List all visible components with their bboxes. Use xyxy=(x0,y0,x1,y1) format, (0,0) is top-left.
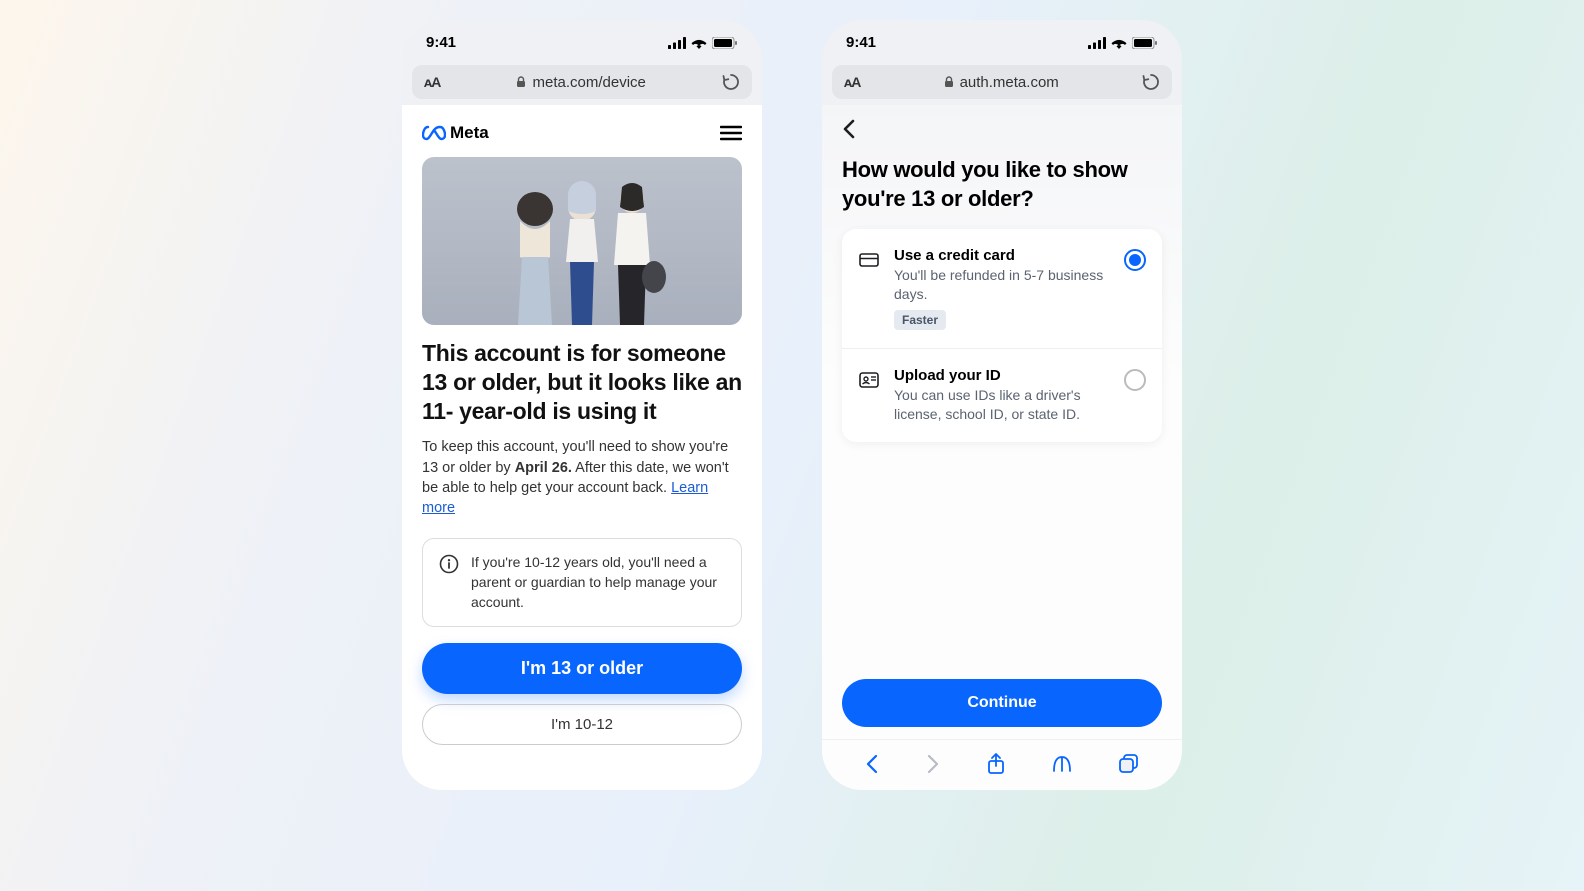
phone-left: 9:41 ᴀA meta.com/device Meta xyxy=(402,20,762,790)
option-body: Use a credit card You'll be refunded in … xyxy=(894,247,1110,330)
nav-back-icon[interactable] xyxy=(864,754,880,774)
text-size-icon[interactable]: ᴀA xyxy=(844,74,860,90)
share-icon[interactable] xyxy=(986,752,1006,776)
cellular-icon xyxy=(668,37,686,49)
info-callout: If you're 10-12 years old, you'll need a… xyxy=(422,538,742,627)
nav-forward-icon xyxy=(925,754,941,774)
option-title: Use a credit card xyxy=(894,247,1110,264)
status-bar: 9:41 xyxy=(402,20,762,59)
page-content: How would you like to show you're 13 or … xyxy=(822,105,1182,790)
option-title: Upload your ID xyxy=(894,367,1110,384)
hamburger-menu-icon[interactable] xyxy=(720,125,742,141)
option-credit-card[interactable]: Use a credit card You'll be refunded in … xyxy=(842,229,1162,348)
lock-icon xyxy=(516,76,526,88)
url-display: meta.com/device xyxy=(516,74,645,91)
hero-illustration xyxy=(422,157,742,325)
reload-icon[interactable] xyxy=(1142,73,1160,91)
im-10-12-button[interactable]: I'm 10-12 xyxy=(422,704,742,745)
option-upload-id[interactable]: Upload your ID You can use IDs like a dr… xyxy=(842,348,1162,442)
battery-icon xyxy=(1132,37,1158,49)
status-icons xyxy=(1088,37,1158,49)
page-headline: This account is for someone 13 or older,… xyxy=(402,339,762,437)
meta-infinity-icon xyxy=(422,125,446,141)
radio-unselected[interactable] xyxy=(1124,369,1146,391)
radio-selected[interactable] xyxy=(1124,249,1146,271)
text-size-icon[interactable]: ᴀA xyxy=(424,74,440,90)
back-chevron-icon[interactable] xyxy=(842,119,856,139)
wifi-icon xyxy=(691,37,707,49)
safari-toolbar xyxy=(822,739,1182,790)
wifi-icon xyxy=(1111,37,1127,49)
continue-button[interactable]: Continue xyxy=(842,679,1162,727)
lock-icon xyxy=(944,76,954,88)
meta-logo[interactable]: Meta xyxy=(422,123,489,143)
info-icon xyxy=(439,554,459,574)
option-body: Upload your ID You can use IDs like a dr… xyxy=(894,367,1110,424)
option-desc: You'll be refunded in 5-7 business days. xyxy=(894,266,1110,304)
header-row: Meta xyxy=(402,105,762,151)
cellular-icon xyxy=(1088,37,1106,49)
im-13-or-older-button[interactable]: I'm 13 or older xyxy=(422,643,742,694)
battery-icon xyxy=(712,37,738,49)
address-bar[interactable]: ᴀA meta.com/device xyxy=(412,65,752,99)
status-icons xyxy=(668,37,738,49)
back-row xyxy=(822,105,1182,148)
faster-badge: Faster xyxy=(894,310,946,330)
options-card: Use a credit card You'll be refunded in … xyxy=(842,229,1162,442)
status-time: 9:41 xyxy=(846,34,876,51)
status-time: 9:41 xyxy=(426,34,456,51)
verification-question: How would you like to show you're 13 or … xyxy=(822,148,1182,229)
bookmarks-icon[interactable] xyxy=(1051,754,1073,774)
reload-icon[interactable] xyxy=(722,73,740,91)
phone-right: 9:41 ᴀA auth.meta.com How would you like… xyxy=(822,20,1182,790)
page-body: To keep this account, you'll need to sho… xyxy=(402,437,762,532)
status-bar: 9:41 xyxy=(822,20,1182,59)
option-desc: You can use IDs like a driver's license,… xyxy=(894,386,1110,424)
page-content: Meta This accoun xyxy=(402,105,762,790)
credit-card-icon xyxy=(858,249,880,276)
tabs-icon[interactable] xyxy=(1118,753,1140,775)
url-display: auth.meta.com xyxy=(944,74,1059,91)
id-card-icon xyxy=(858,369,880,396)
address-bar[interactable]: ᴀA auth.meta.com xyxy=(832,65,1172,99)
